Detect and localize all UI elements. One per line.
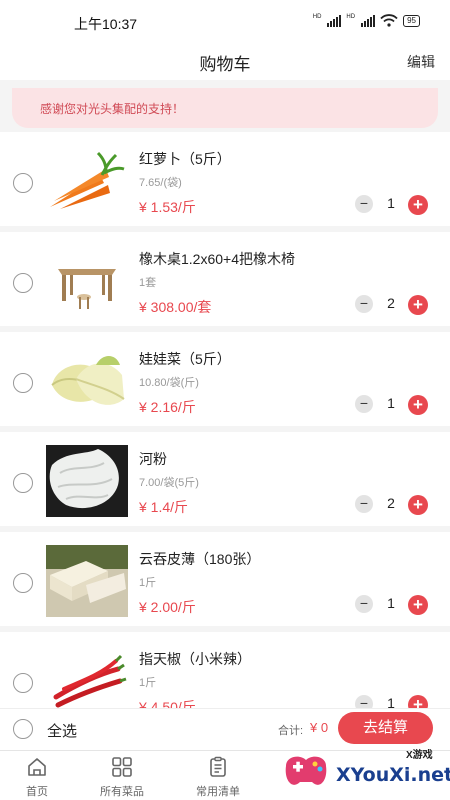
- tab-common-list[interactable]: 常用清单: [178, 755, 258, 799]
- item-select-radio[interactable]: [13, 673, 33, 693]
- item-select-radio[interactable]: [13, 473, 33, 493]
- edit-button[interactable]: 编辑: [407, 52, 435, 72]
- total-label: 合计:: [278, 725, 304, 737]
- battery-icon: 95: [403, 14, 420, 27]
- item-spec: 1斤: [139, 677, 157, 689]
- item-select-radio[interactable]: [13, 173, 33, 193]
- item-name: 云吞皮薄（180张）: [139, 551, 261, 567]
- quantity-stepper: − 1 +: [355, 193, 428, 215]
- baby-cabbage-image: [46, 345, 128, 417]
- item-name: 娃娃菜（5斤）: [139, 351, 231, 367]
- signal-icon: [327, 14, 342, 27]
- increase-button[interactable]: +: [408, 395, 428, 415]
- checkout-button[interactable]: 去结算: [338, 712, 433, 744]
- signal-icon-2: [361, 14, 376, 27]
- decrease-button[interactable]: −: [355, 195, 373, 213]
- quantity-stepper: − 2 +: [355, 293, 428, 315]
- cart-item: 河粉 7.00/袋(5斤) ¥ 1.4/斤 − 2 +: [0, 432, 450, 526]
- decrease-button[interactable]: −: [355, 695, 373, 708]
- quantity-stepper: − 2 +: [355, 493, 428, 515]
- increase-button[interactable]: +: [408, 495, 428, 515]
- item-price: ¥ 1.53/斤: [139, 199, 196, 215]
- increase-button[interactable]: +: [408, 695, 428, 708]
- decrease-button[interactable]: −: [355, 295, 373, 313]
- quantity-stepper: − 1 +: [355, 593, 428, 615]
- hd-indicator-2: HD: [346, 14, 356, 20]
- cart-item: 橡木桌1.2x60+4把橡木椅 1套 ¥ 308.00/套 − 2 +: [0, 232, 450, 326]
- item-spec: 7.00/袋(5斤): [139, 477, 199, 489]
- watermark-text: XYouXi.net: [336, 764, 450, 786]
- item-spec: 1斤: [139, 577, 157, 589]
- cart-item: 红萝卜（5斤） 7.65/(袋) ¥ 1.53/斤 − 1 +: [0, 132, 450, 226]
- chili-pepper-image: [46, 645, 128, 708]
- status-time: 上午10:37: [74, 16, 138, 32]
- tab-home[interactable]: 首页: [0, 755, 77, 799]
- cart-item: 娃娃菜（5斤） 10.80/袋(斤) ¥ 2.16/斤 − 1 +: [0, 332, 450, 426]
- item-price: ¥ 308.00/套: [139, 299, 212, 315]
- item-name: 河粉: [139, 451, 167, 467]
- increase-button[interactable]: +: [408, 295, 428, 315]
- cart-item: 指天椒（小米辣） 1斤 ¥ 4.50/斤 − 1 +: [0, 632, 450, 708]
- item-spec: 10.80/袋(斤): [139, 377, 199, 389]
- select-all-label[interactable]: 全选: [47, 720, 77, 741]
- watermark: X游戏 XYouXi.net: [276, 742, 450, 800]
- item-spec: 1套: [139, 277, 157, 289]
- tab-label: 首页: [26, 786, 48, 798]
- gamepad-logo-icon: [285, 756, 327, 785]
- item-select-radio[interactable]: [13, 273, 33, 293]
- hd-indicator: HD: [312, 14, 322, 20]
- quantity-value: 1: [387, 595, 395, 611]
- item-name: 橡木桌1.2x60+4把橡木椅: [139, 251, 295, 267]
- tab-label: 常用清单: [196, 786, 240, 798]
- wonton-wrapper-image: [46, 545, 128, 617]
- quantity-value: 2: [387, 495, 395, 511]
- total-value: ¥ 0: [310, 720, 329, 735]
- cart-list[interactable]: 红萝卜（5斤） 7.65/(袋) ¥ 1.53/斤 − 1 + 橡木桌1.2x6: [0, 128, 450, 708]
- decrease-button[interactable]: −: [355, 495, 373, 513]
- quantity-value: 1: [387, 395, 395, 411]
- quantity-value: 1: [387, 695, 395, 708]
- item-name: 红萝卜（5斤）: [139, 151, 231, 167]
- nav-bar: 购物车 编辑: [0, 42, 450, 80]
- status-icons: HD HD 95: [313, 14, 420, 27]
- decrease-button[interactable]: −: [355, 395, 373, 413]
- home-icon: [28, 758, 46, 776]
- list-icon: [210, 756, 226, 777]
- quantity-stepper: − 1 +: [355, 393, 428, 415]
- item-select-radio[interactable]: [13, 373, 33, 393]
- carrot-image: [46, 145, 128, 217]
- status-bar: 上午10:37 HD HD 95: [0, 0, 450, 42]
- item-name: 指天椒（小米辣）: [139, 651, 251, 667]
- item-price: ¥ 1.4/斤: [139, 499, 189, 515]
- select-all-radio[interactable]: [13, 719, 33, 739]
- wifi-icon: [380, 14, 398, 27]
- item-price: ¥ 2.00/斤: [139, 599, 196, 615]
- increase-button[interactable]: +: [408, 195, 428, 215]
- quantity-stepper: − 1 +: [355, 693, 428, 708]
- thank-you-banner: 感谢您对光头集配的支持！: [12, 88, 438, 128]
- increase-button[interactable]: +: [408, 595, 428, 615]
- item-price: ¥ 4.50/斤: [139, 699, 196, 708]
- grid-icon: [112, 757, 132, 777]
- watermark-cn: X游戏: [406, 750, 433, 761]
- item-select-radio[interactable]: [13, 573, 33, 593]
- quantity-value: 1: [387, 195, 395, 211]
- cart-item: 云吞皮薄（180张） 1斤 ¥ 2.00/斤 − 1 +: [0, 532, 450, 626]
- banner-text: 感谢您对光头集配的支持！: [40, 102, 185, 116]
- decrease-button[interactable]: −: [355, 595, 373, 613]
- item-price: ¥ 2.16/斤: [139, 399, 196, 415]
- rice-noodle-image: [46, 445, 128, 517]
- tab-all-dishes[interactable]: 所有菜品: [82, 755, 162, 799]
- tab-label: 所有菜品: [100, 786, 144, 798]
- item-spec: 7.65/(袋): [139, 177, 182, 189]
- quantity-value: 2: [387, 295, 395, 311]
- page-title: 购物车: [199, 55, 251, 74]
- table-chairs-image: [46, 245, 128, 317]
